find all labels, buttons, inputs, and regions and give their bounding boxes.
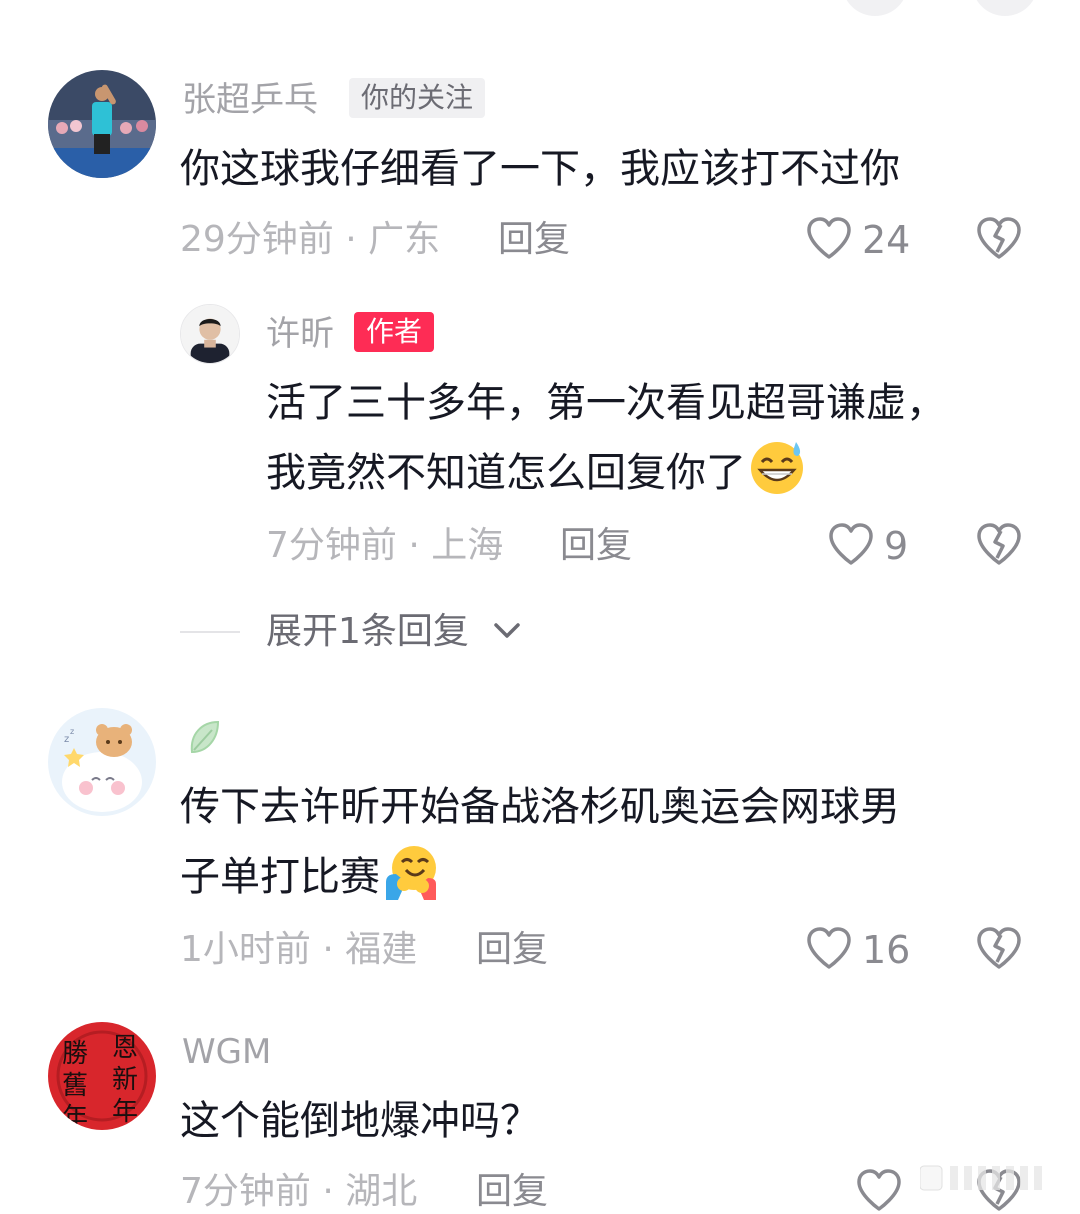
watermark-icon <box>919 1162 1060 1194</box>
dislike-icon[interactable] <box>975 216 1023 260</box>
reply-text-line2-content: 我竟然不知道怎么回复你了 <box>266 450 746 496</box>
reply-text-line1: 活了三十多年，第一次看见超哥谦虚， <box>266 380 946 426</box>
expand-divider <box>180 631 240 633</box>
avatar-glyph: 年 <box>112 1097 138 1127</box>
author-badge: 作者 <box>354 312 435 352</box>
avatar-glyph: 舊 <box>62 1071 88 1101</box>
avatar-glyph: 勝 <box>62 1039 88 1069</box>
avatar[interactable]: 恩 新 勝 舊 年 年 <box>48 1022 156 1130</box>
like-count: 16 <box>862 928 911 972</box>
comment-text: 这个能倒地爆冲吗？ <box>180 1098 540 1144</box>
leaf-icon <box>190 720 220 754</box>
hugging-face-emoji-icon <box>382 842 440 900</box>
reply-meta: 7分钟前 · 上海 <box>266 525 504 566</box>
expand-replies-button[interactable]: 展开1条回复 <box>266 610 469 654</box>
avatar-glyph: 年 <box>62 1103 88 1130</box>
comment-meta: 1小时前 · 福建 <box>180 929 418 970</box>
expand-replies-label: 展开1条回复 <box>266 611 469 652</box>
comment-text-line2: 子单打比赛 <box>180 842 440 912</box>
commenter-name[interactable]: 许昕 <box>266 314 334 354</box>
reply-button[interactable]: 回复 <box>560 524 632 568</box>
comment-text: 你这球我仔细看了一下，我应该打不过你 <box>180 146 900 192</box>
top-button-right[interactable] <box>972 0 1038 16</box>
avatar-glyph: 恩 <box>112 1033 138 1063</box>
comment-text-line2-content: 子单打比赛 <box>180 854 380 900</box>
avatar[interactable] <box>48 70 156 178</box>
heart-icon[interactable] <box>805 926 853 970</box>
commenter-name[interactable]: WGM <box>182 1032 271 1072</box>
top-button-left[interactable] <box>842 0 908 16</box>
heart-icon[interactable] <box>855 1168 903 1212</box>
dislike-icon[interactable] <box>975 522 1023 566</box>
svg-text:z: z <box>64 734 69 745</box>
heart-icon[interactable] <box>805 216 853 260</box>
reply-button[interactable]: 回复 <box>476 928 548 972</box>
like-count: 9 <box>884 524 909 568</box>
heart-icon[interactable] <box>827 522 875 566</box>
grinning-sweat-emoji-icon <box>748 438 806 496</box>
comment-text-line1: 传下去许昕开始备战洛杉矶奥运会网球男 <box>180 784 900 830</box>
comment-meta: 7分钟前 · 湖北 <box>180 1171 418 1212</box>
reply-button[interactable]: 回复 <box>476 1170 548 1214</box>
chevron-down-icon[interactable] <box>492 620 522 642</box>
comment-meta: 29分钟前 · 广东 <box>180 219 441 260</box>
reply-button[interactable]: 回复 <box>498 218 570 262</box>
follow-badge: 你的关注 <box>349 78 486 118</box>
avatar[interactable] <box>180 304 240 364</box>
dislike-icon[interactable] <box>975 926 1023 970</box>
reply-text-line2: 我竟然不知道怎么回复你了 <box>266 438 806 508</box>
avatar[interactable]: z z <box>48 708 156 816</box>
avatar-glyph: 新 <box>112 1065 138 1095</box>
svg-text:z: z <box>70 727 74 736</box>
like-count: 24 <box>862 218 911 262</box>
commenter-name[interactable]: 张超乒乓 <box>182 80 318 120</box>
